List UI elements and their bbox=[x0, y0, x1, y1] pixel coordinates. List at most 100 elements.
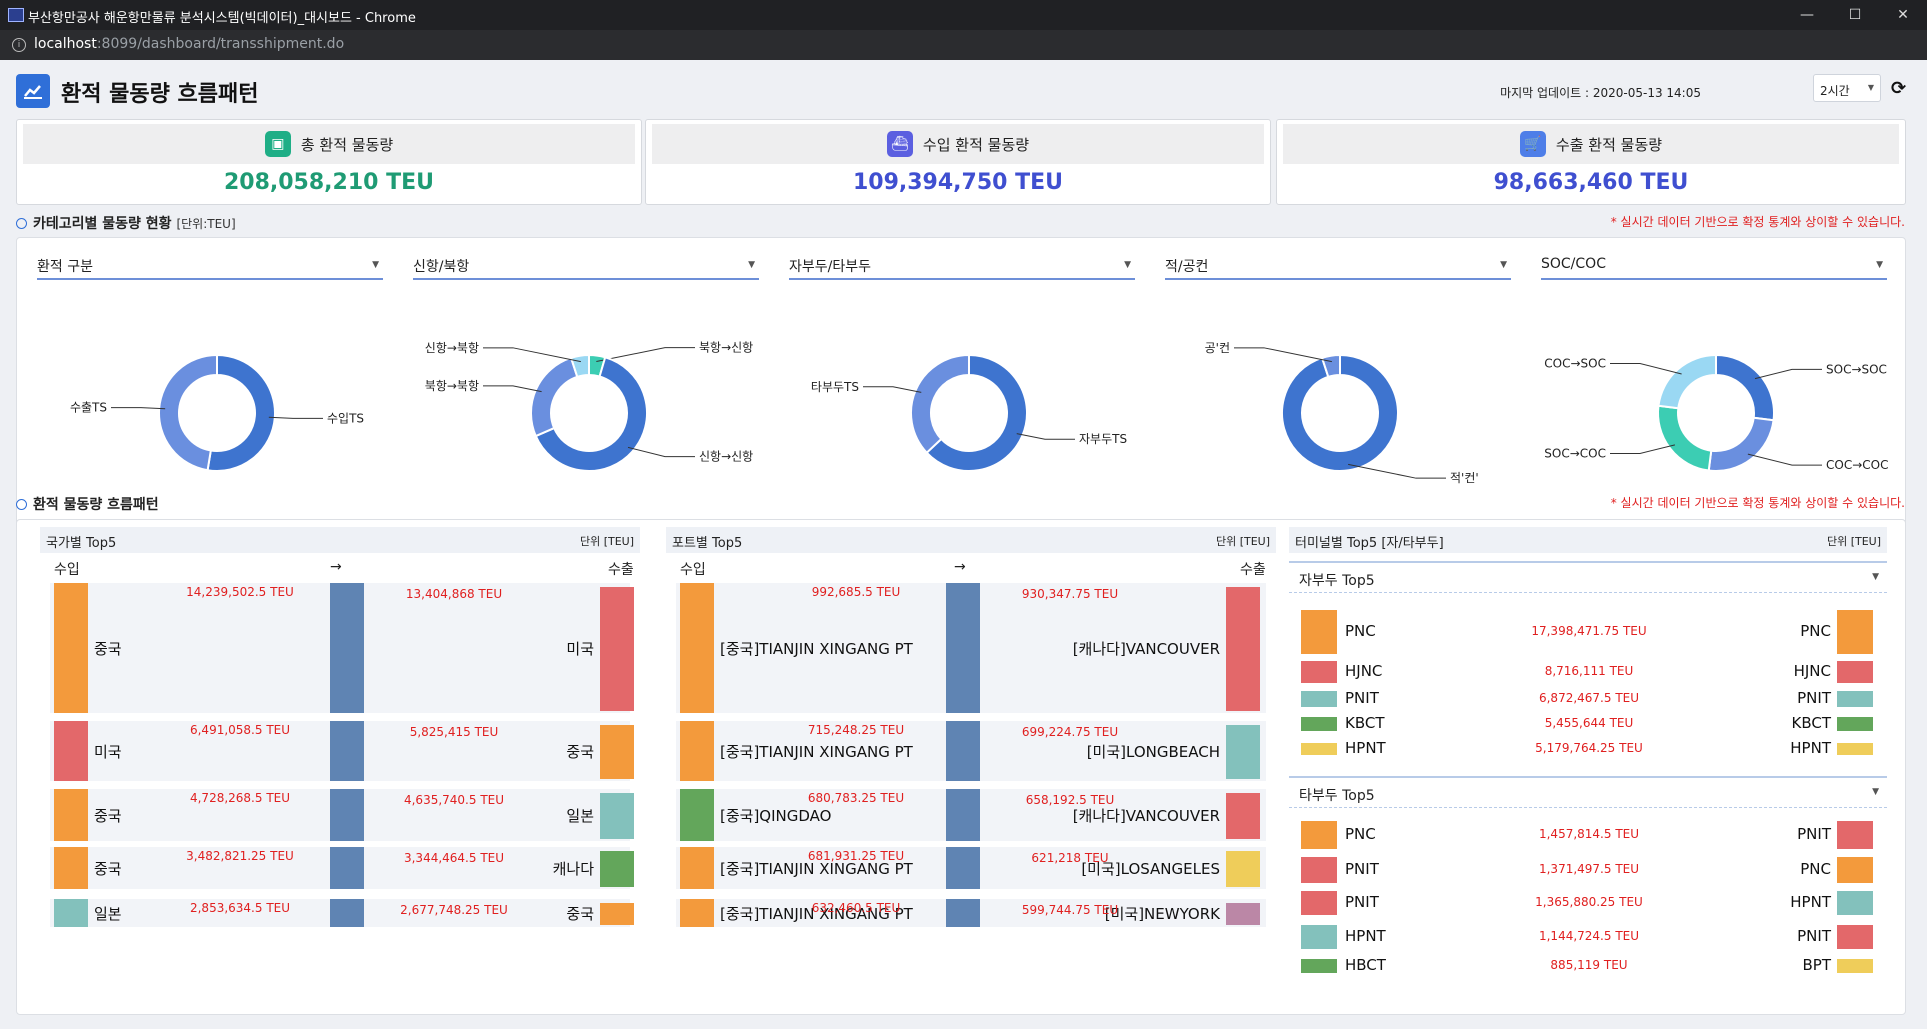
leader-line bbox=[483, 385, 542, 393]
import-bar[interactable] bbox=[54, 899, 88, 927]
export-bar[interactable] bbox=[600, 725, 634, 779]
export-bar[interactable] bbox=[1226, 793, 1260, 839]
import-bar[interactable] bbox=[680, 847, 714, 889]
target-icon bbox=[16, 498, 27, 510]
minimize-icon[interactable]: — bbox=[1783, 0, 1831, 30]
other-pier-select[interactable]: 타부두 Top5 ▼ bbox=[1289, 776, 1887, 808]
terminal-export-bar[interactable] bbox=[1837, 691, 1873, 707]
category-notice: * 실시간 데이터 기반으로 확정 통계와 상이할 수 있습니다. bbox=[1610, 215, 1905, 229]
terminal-export-bar[interactable] bbox=[1837, 891, 1873, 915]
leader-line bbox=[1754, 368, 1822, 380]
terminal-export-name: PNIT bbox=[1797, 689, 1831, 707]
import-bar[interactable] bbox=[54, 789, 88, 841]
import-bar[interactable] bbox=[680, 789, 714, 841]
donut-slice[interactable] bbox=[158, 353, 218, 472]
select-ts-type[interactable]: 환적 구분 ▼ bbox=[37, 250, 383, 280]
terminal-export-name: PNC bbox=[1800, 860, 1831, 878]
donut-label: 수입TS bbox=[327, 411, 364, 425]
terminal-export-bar[interactable] bbox=[1837, 959, 1873, 973]
terminal-import-bar[interactable] bbox=[1301, 743, 1337, 755]
export-bar[interactable] bbox=[600, 793, 634, 839]
export-bar[interactable] bbox=[600, 587, 634, 711]
donut-label: 북항→신항 bbox=[699, 341, 753, 355]
select-new-north-port[interactable]: 신항/북항 ▼ bbox=[413, 250, 759, 280]
port-top5: 포트별 Top5 단위 [TEU] 수입 → 수출 [중국]TIANJIN XIN… bbox=[666, 527, 1276, 1007]
import-bar[interactable] bbox=[54, 583, 88, 713]
info-icon[interactable]: i bbox=[12, 38, 26, 52]
terminal-import-bar[interactable] bbox=[1301, 691, 1337, 707]
donut-slice[interactable] bbox=[910, 353, 970, 455]
chevron-down-icon: ▼ bbox=[1500, 260, 1507, 270]
terminal-import-bar[interactable] bbox=[1301, 717, 1337, 731]
donut-chart-full-empty: 적'컨' 공'컨 bbox=[1205, 341, 1479, 485]
import-teu: 14,239,502.5 TEU bbox=[186, 585, 294, 599]
export-bar[interactable] bbox=[600, 851, 634, 887]
select-soc-coc[interactable]: SOC/COC ▼ bbox=[1541, 250, 1887, 280]
target-icon bbox=[16, 217, 27, 229]
export-bar[interactable] bbox=[1226, 725, 1260, 779]
terminal-export-name: PNC bbox=[1800, 622, 1831, 640]
select-full-empty[interactable]: 적/공컨 ▼ bbox=[1165, 250, 1511, 280]
flow-connector-bar bbox=[946, 789, 980, 841]
export-teu: 621,218 TEU bbox=[1031, 851, 1109, 865]
kpi-export: 🛒 수출 환적 물동량 98,663,460 TEU bbox=[1276, 119, 1906, 205]
last-update: 마지막 업데이트 : 2020-05-13 14:05 bbox=[1500, 86, 1701, 100]
terminal-import-bar[interactable] bbox=[1301, 959, 1337, 973]
url-text[interactable]: localhost:8099/dashboard/transshipment.d… bbox=[34, 36, 344, 52]
address-bar[interactable]: i localhost:8099/dashboard/transshipment… bbox=[0, 30, 1927, 60]
terminal-export-bar[interactable] bbox=[1837, 821, 1873, 849]
terminal-export-bar[interactable] bbox=[1837, 610, 1873, 654]
terminal-export-bar[interactable] bbox=[1837, 925, 1873, 949]
flow-connector-bar bbox=[330, 899, 364, 927]
chevron-down-icon: ▼ bbox=[1867, 83, 1874, 92]
import-teu: 681,931.25 TEU bbox=[807, 849, 905, 863]
terminal-export-name: PNIT bbox=[1797, 825, 1831, 843]
export-teu: 599,744.75 TEU bbox=[1021, 903, 1119, 917]
flow-section-title: 환적 물동량 흐름패턴 bbox=[16, 494, 159, 514]
import-bar[interactable] bbox=[680, 899, 714, 927]
terminal-export-bar[interactable] bbox=[1837, 743, 1873, 755]
donut-slice[interactable] bbox=[1707, 416, 1775, 472]
terminal-export-bar[interactable] bbox=[1837, 857, 1873, 883]
import-name: 중국 bbox=[94, 807, 122, 825]
leader-line bbox=[1610, 362, 1682, 375]
close-icon[interactable]: ✕ bbox=[1879, 0, 1927, 30]
export-teu: 3,344,464.5 TEU bbox=[403, 851, 505, 865]
export-bar[interactable] bbox=[1226, 903, 1260, 925]
terminal-export-name: KBCT bbox=[1791, 714, 1832, 732]
refresh-icon[interactable]: ⟳ bbox=[1891, 78, 1906, 99]
donut-slice[interactable] bbox=[530, 356, 579, 438]
select-own-other-pier[interactable]: 자부두/타부두 ▼ bbox=[789, 250, 1135, 280]
import-bar[interactable] bbox=[54, 721, 88, 781]
donut-label: SOC→COC bbox=[1544, 446, 1606, 460]
export-teu: 2,677,748.25 TEU bbox=[400, 903, 508, 917]
terminal-import-name: PNIT bbox=[1345, 893, 1379, 911]
terminal-import-bar[interactable] bbox=[1301, 661, 1337, 683]
export-bar[interactable] bbox=[600, 903, 634, 925]
donut-slice[interactable] bbox=[1657, 353, 1717, 410]
terminal-import-bar[interactable] bbox=[1301, 925, 1337, 949]
donut-slice[interactable] bbox=[1715, 353, 1775, 422]
export-label: 수출 bbox=[1240, 562, 1266, 578]
import-bar[interactable] bbox=[680, 583, 714, 713]
period-select[interactable]: 2시간 ▼ bbox=[1813, 74, 1881, 102]
terminal-teu: 5,455,644 TEU bbox=[1544, 716, 1634, 730]
export-name: 일본 bbox=[566, 807, 594, 825]
terminal-export-bar[interactable] bbox=[1837, 717, 1873, 731]
terminal-import-bar[interactable] bbox=[1301, 821, 1337, 849]
export-bar[interactable] bbox=[1226, 851, 1260, 887]
own-pier-select[interactable]: 자부두 Top5 ▼ bbox=[1289, 561, 1887, 593]
terminal-import-bar[interactable] bbox=[1301, 891, 1337, 915]
terminal-export-bar[interactable] bbox=[1837, 661, 1873, 683]
import-bar[interactable] bbox=[54, 847, 88, 889]
terminal-import-bar[interactable] bbox=[1301, 857, 1337, 883]
chevron-down-icon: ▼ bbox=[1872, 572, 1879, 582]
maximize-icon[interactable]: ☐ bbox=[1831, 0, 1879, 30]
terminal-teu: 1,457,814.5 TEU bbox=[1538, 827, 1640, 841]
import-teu: 715,248.25 TEU bbox=[807, 723, 905, 737]
import-bar[interactable] bbox=[680, 721, 714, 781]
terminal-import-bar[interactable] bbox=[1301, 610, 1337, 654]
export-bar[interactable] bbox=[1226, 587, 1260, 711]
donut-slice[interactable] bbox=[1657, 404, 1713, 472]
terminal-import-name: KBCT bbox=[1345, 714, 1385, 732]
